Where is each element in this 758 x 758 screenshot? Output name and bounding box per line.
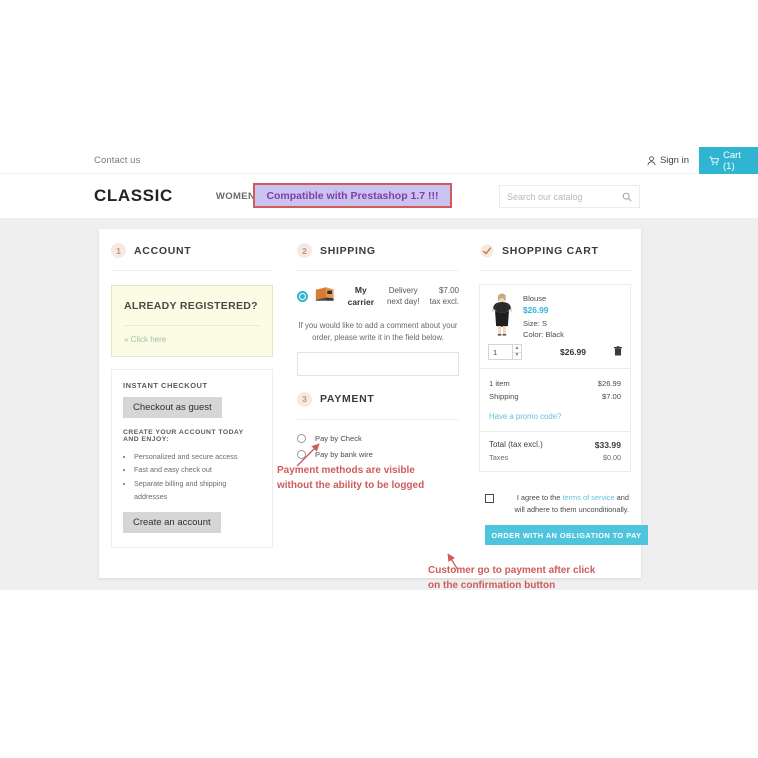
chevron-down-icon[interactable]: ▼	[513, 353, 521, 360]
product-price: $26.99	[523, 305, 549, 316]
cart-step-title: SHOPPING CART	[502, 244, 599, 257]
cart-step-header: SHOPPING CART	[479, 243, 631, 271]
taxes-value: $0.00	[603, 452, 621, 462]
terms-text: I agree to the terms of service and will…	[506, 492, 629, 516]
account-step-header: 1 ACCOUNT	[111, 243, 273, 271]
create-an-account-button[interactable]: Create an account	[123, 512, 221, 534]
shipping-step-title: SHIPPING	[320, 244, 376, 257]
quantity-value[interactable]: 1	[489, 348, 512, 357]
list-item: Fast and easy check out	[134, 463, 261, 476]
user-icon	[647, 155, 656, 166]
payment-annotation-line1: Payment methods are visible	[277, 465, 415, 476]
product-size: Size: S	[523, 318, 548, 328]
magnifier-icon[interactable]	[622, 192, 632, 202]
summary-row-items: 1 item $26.99	[489, 377, 621, 390]
check-mark-icon	[479, 243, 494, 258]
taxes-row: Taxes $0.00	[489, 453, 621, 462]
terms-agreement-row[interactable]: I agree to the terms of service and will…	[479, 492, 631, 516]
promo-code-link[interactable]: Have a promo code?	[489, 412, 621, 421]
order-comment-textarea[interactable]	[297, 351, 459, 376]
list-item: Separate billing and shipping addresses	[134, 477, 261, 504]
summary-label: 1 item	[489, 379, 510, 389]
checkout-card: 1 ACCOUNT ALREADY REGISTERED? » Click he…	[99, 229, 648, 578]
total-row: Total (tax excl.) $33.99	[489, 440, 621, 450]
step-number-badge: 3	[297, 391, 312, 407]
guest-checkout-box: INSTANT CHECKOUT Checkout as guest CREAT…	[111, 369, 273, 549]
cart-product-row: Blouse $26.99 Size: S Color: Black 1 ▲ ▼	[479, 284, 631, 370]
order-with-obligation-button[interactable]: ORDER WITH AN OBLIGATION TO PAY	[485, 525, 648, 546]
already-registered-title: ALREADY REGISTERED?	[124, 300, 258, 312]
cart-button[interactable]: Cart (1)	[699, 147, 758, 174]
delivery-truck-icon	[315, 286, 337, 307]
order-annotation-text: Customer go to payment after click on th…	[428, 564, 648, 593]
site-header: Contact us Sign in Cart (1) CLASSIC WOME…	[0, 147, 758, 219]
order-annotation-line1: Customer go to payment after click	[428, 565, 596, 576]
screenshot-root: Contact us Sign in Cart (1) CLASSIC WOME…	[0, 0, 758, 758]
carrier-delay: Delivery next day!	[386, 285, 420, 307]
cart-label: Cart (1)	[723, 149, 741, 172]
shopping-cart-column: SHOPPING CART Blouse $26.99 Size: S Colo…	[471, 229, 648, 578]
divider	[124, 325, 260, 326]
contact-us-link[interactable]: Contact us	[94, 155, 140, 166]
cart-totals: Total (tax excl.) $33.99 Taxes $0.00	[479, 431, 631, 472]
create-account-heading: CREATE YOUR ACCOUNT TODAY AND ENJOY:	[123, 429, 244, 443]
summary-value: $26.99	[597, 379, 621, 389]
header-topbar: Contact us Sign in Cart (1)	[0, 147, 758, 174]
site-logo[interactable]: CLASSIC	[94, 186, 173, 206]
payment-annotation-line2: without the ability to be logged	[277, 479, 425, 491]
header-brandbar: CLASSIC WOMEN Compatible with Prestashop…	[0, 174, 758, 219]
cart-subtotals: 1 item $26.99 Shipping $7.00 Have a prom…	[479, 369, 631, 432]
terms-pre-text: I agree to the	[516, 492, 563, 502]
product-quantity-row: 1 ▲ ▼ $26.99	[488, 343, 622, 361]
product-details: Blouse $26.99 Size: S Color: Black	[523, 292, 622, 341]
list-item: Personalized and secure access	[134, 450, 261, 463]
sign-in-label: Sign in	[659, 155, 689, 166]
sign-in-button[interactable]: Sign in	[647, 147, 699, 174]
terms-checkbox[interactable]	[485, 493, 494, 503]
product-line-total: $26.99	[560, 347, 586, 358]
step-number-badge: 1	[111, 243, 126, 258]
search-placeholder: Search our catalog	[507, 191, 583, 202]
total-label: Total (tax excl.)	[489, 439, 543, 449]
trash-icon[interactable]	[610, 343, 622, 361]
already-registered-box: ALREADY REGISTERED? » Click here	[111, 285, 273, 357]
checkout-as-guest-button[interactable]: Checkout as guest	[123, 397, 222, 418]
summary-row-shipping: Shipping $7.00	[489, 390, 621, 403]
carrier-name: My carrier	[347, 285, 375, 308]
search-input[interactable]: Search our catalog	[499, 185, 640, 208]
shipping-step-header: 2 SHIPPING	[297, 243, 459, 271]
payment-annotation-text: Payment methods are visible without the …	[277, 464, 477, 493]
shipping-payment-column: 2 SHIPPING My carrier Delivery next day!…	[285, 229, 471, 578]
quantity-stepper[interactable]: 1 ▲ ▼	[488, 344, 522, 361]
step-number-badge: 2	[297, 243, 312, 258]
carrier-price: $7.00 tax excl.	[429, 285, 459, 308]
quantity-arrows[interactable]: ▲ ▼	[512, 345, 521, 360]
product-thumbnail[interactable]	[488, 292, 516, 338]
account-benefits-list: Personalized and secure access Fast and …	[123, 450, 261, 503]
product-name[interactable]: Blouse	[523, 293, 622, 304]
order-comment-note: If you would like to add a comment about…	[298, 320, 458, 342]
click-here-link[interactable]: » Click here	[124, 335, 260, 344]
instant-checkout-heading: INSTANT CHECKOUT	[123, 381, 208, 390]
carrier-radio-selected[interactable]	[297, 290, 308, 302]
nav-item-women[interactable]: WOMEN	[216, 191, 255, 202]
account-column: 1 ACCOUNT ALREADY REGISTERED? » Click he…	[99, 229, 285, 578]
compatibility-banner: Compatible with Prestashop 1.7 !!!	[253, 183, 452, 208]
product-color: Color: Black	[523, 330, 564, 340]
carrier-tax-note: tax excl.	[429, 297, 459, 307]
total-value: $33.99	[594, 439, 621, 450]
order-annotation-line2: on the confirmation button	[428, 579, 556, 591]
summary-label: Shipping	[489, 392, 519, 402]
taxes-label: Taxes	[489, 452, 509, 462]
shopping-cart-icon	[709, 156, 719, 166]
carrier-option-row[interactable]: My carrier Delivery next day! $7.00 tax …	[297, 284, 459, 309]
payment-step-title: PAYMENT	[320, 393, 375, 406]
header-top-right: Sign in Cart (1)	[647, 147, 758, 174]
account-step-title: ACCOUNT	[134, 244, 192, 257]
carrier-price-value: $7.00	[438, 285, 459, 295]
summary-value: $7.00	[601, 392, 621, 402]
terms-of-service-link[interactable]: terms of service	[562, 493, 614, 502]
payment-step-header: 3 PAYMENT	[297, 391, 459, 420]
